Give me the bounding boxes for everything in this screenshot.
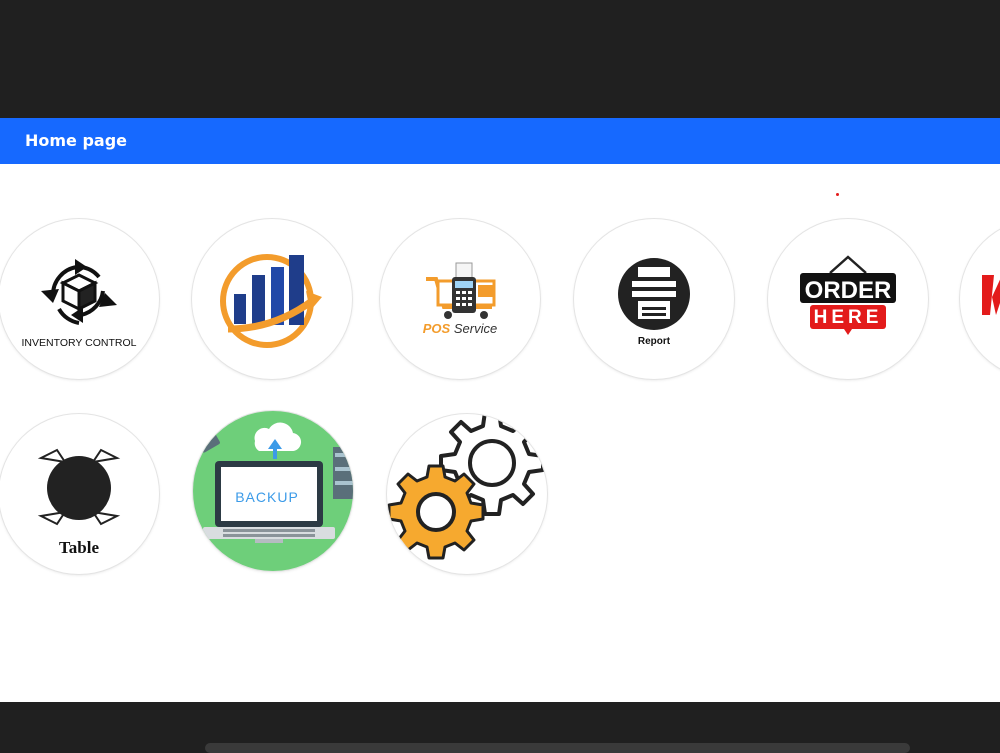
pos-service-label: POS Service [380,321,540,336]
settings-tile[interactable] [387,414,547,574]
table-label: Table [58,538,99,557]
app-header: Home page [0,118,1000,164]
backup-tile[interactable]: BACKUP [193,411,353,571]
home-menu-area: INVENTORY CONTROL POS Service Report ORD… [0,164,1000,702]
table-tile[interactable]: Table [0,414,159,574]
pos-label-sub: Service [453,321,498,336]
partial-app-icon [982,275,1000,315]
order-here-tile[interactable]: ORDER HERE [768,219,928,379]
order-sign-line2: HERE [814,307,883,328]
printer-report-icon [618,258,690,330]
order-sign-icon: ORDER HERE [800,255,896,335]
page-title: Home page [25,131,128,150]
pos-label-main: POS [422,321,451,336]
inventory-box-cycle-icon [41,259,117,325]
report-label: Report [637,336,671,347]
report-tile[interactable]: Report [574,219,734,379]
horizontal-scrollbar[interactable] [205,743,910,753]
status-dot [836,193,839,196]
order-sign-line1: ORDER [805,277,892,304]
gears-icon [387,414,545,560]
backup-label: BACKUP [235,489,299,505]
inventory-control-label: INVENTORY CONTROL [21,337,137,349]
window-top-bar [0,0,1000,118]
sales-growth-tile[interactable] [192,219,352,379]
growth-chart-icon [220,254,322,348]
pos-cart-icon [426,262,496,319]
inventory-control-tile[interactable]: INVENTORY CONTROL [0,219,159,379]
partial-app-tile[interactable] [960,219,1000,379]
pos-service-tile[interactable]: POS Service [380,219,540,379]
